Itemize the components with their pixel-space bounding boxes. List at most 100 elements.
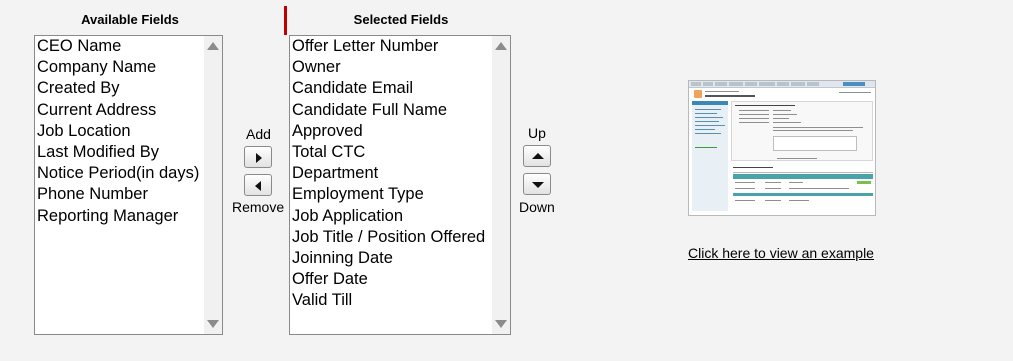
selected-field-option[interactable]: Offer Date [292, 269, 510, 290]
thumbnail-tab [791, 82, 805, 86]
available-fields-scrollbar[interactable] [204, 36, 222, 334]
thumbnail-text-line [789, 200, 809, 201]
thumbnail-tab [745, 82, 757, 86]
thumbnail-text-line [739, 122, 769, 123]
thumbnail-status-bar [857, 181, 871, 184]
thumbnail-comment-box [773, 136, 857, 151]
selected-field-option[interactable]: Candidate Full Name [292, 100, 510, 121]
move-up-button[interactable] [523, 145, 551, 167]
thumbnail-text-line [765, 200, 781, 201]
thumbnail-text-line [695, 147, 717, 148]
thumbnail-text-line [739, 118, 769, 119]
remove-label: Remove [232, 199, 285, 215]
thumbnail-tab [715, 82, 727, 86]
required-indicator [284, 6, 287, 35]
thumbnail-text-line [839, 92, 871, 93]
thumbnail-sidebar-header [692, 101, 728, 105]
thumbnail-tab [777, 82, 789, 86]
available-field-option[interactable]: Job Location [37, 121, 222, 142]
selected-field-option[interactable]: Job Application [292, 206, 510, 227]
available-fields-items: CEO Name Company Name Created By Current Ad… [35, 36, 222, 227]
available-field-option[interactable]: Notice Period(in days) [37, 163, 222, 184]
available-field-option[interactable]: Company Name [37, 57, 222, 78]
example-thumbnail-image[interactable] [688, 80, 876, 216]
thumbnail-text-line [773, 118, 789, 119]
selected-fields-header: Selected Fields [353, 12, 449, 27]
add-button[interactable] [244, 146, 272, 168]
available-field-option[interactable]: Current Address [37, 100, 222, 121]
selected-fields-list[interactable]: Offer Letter Number Owner Candidate Email C… [289, 35, 511, 335]
thumbnail-text-line [733, 167, 773, 168]
thumbnail-text-line [765, 182, 781, 183]
thumbnail-record-icon [694, 90, 702, 98]
available-fields-list[interactable]: CEO Name Company Name Created By Current Ad… [34, 35, 223, 335]
thumbnail-text-line [695, 117, 723, 118]
thumbnail-text-line [773, 114, 797, 115]
thumbnail-text-line [695, 109, 721, 110]
thumbnail-text-line [735, 200, 755, 201]
down-label: Down [519, 199, 555, 215]
selected-field-option[interactable]: Offer Letter Number [292, 36, 510, 57]
selected-field-option[interactable]: Total CTC [292, 142, 510, 163]
thumbnail-tab-bar [689, 81, 875, 88]
down-arrow-icon [532, 182, 544, 188]
move-down-button[interactable] [523, 173, 551, 195]
thumbnail-text-line [733, 172, 873, 173]
available-field-option[interactable]: Reporting Manager [37, 206, 222, 227]
scroll-up-arrow-icon[interactable] [207, 42, 219, 50]
left-arrow-icon [255, 181, 261, 191]
up-label: Up [528, 125, 546, 141]
right-arrow-icon [256, 153, 262, 163]
selected-field-option[interactable]: Employment Type [292, 184, 510, 205]
thumbnail-text-line [773, 110, 791, 111]
thumbnail-text-line [773, 122, 801, 123]
selected-field-option[interactable]: Candidate Email [292, 78, 510, 99]
thumbnail-text-line [739, 114, 769, 115]
available-field-option[interactable]: Phone Number [37, 184, 222, 205]
selected-field-option[interactable]: Joinning Date [292, 248, 510, 269]
thumbnail-text-line [695, 113, 717, 114]
thumbnail-table-header-bar [733, 174, 873, 179]
thumbnail-text-line [735, 182, 755, 183]
scroll-down-arrow-icon[interactable] [495, 320, 507, 328]
selected-fields-scrollbar[interactable] [492, 36, 510, 334]
thumbnail-text-line [765, 188, 781, 189]
thumbnail-text-line [695, 121, 719, 122]
thumbnail-text-line [789, 182, 803, 183]
up-arrow-icon [532, 153, 544, 159]
thumbnail-text-line [695, 129, 715, 130]
thumbnail-text-line [695, 125, 725, 126]
selected-field-option[interactable]: Valid Till [292, 290, 510, 311]
available-field-option[interactable]: CEO Name [37, 36, 222, 57]
thumbnail-tab [691, 82, 701, 86]
thumbnail-text-line [695, 133, 721, 134]
thumbnail-text-line [773, 127, 863, 128]
thumbnail-tab [703, 82, 713, 86]
available-field-option[interactable]: Created By [37, 78, 222, 99]
scroll-down-arrow-icon[interactable] [207, 320, 219, 328]
selected-field-option[interactable]: Owner [292, 57, 510, 78]
add-label: Add [246, 126, 271, 142]
thumbnail-text-line [789, 188, 849, 189]
thumbnail-text-line [705, 95, 755, 97]
thumbnail-text-line [773, 130, 853, 131]
thumbnail-text-line [777, 158, 817, 159]
thumbnail-tab [807, 82, 819, 86]
selected-field-option[interactable]: Department [292, 163, 510, 184]
available-fields-header: Available Fields [81, 12, 179, 27]
view-example-link[interactable]: Click here to view an example [688, 245, 874, 261]
thumbnail-text-line [705, 91, 739, 92]
thumbnail-table-header-bar [733, 193, 873, 196]
thumbnail-tab [729, 82, 743, 86]
remove-button[interactable] [244, 174, 272, 196]
available-field-option[interactable]: Last Modified By [37, 142, 222, 163]
thumbnail-text-line [735, 188, 755, 189]
selected-field-option[interactable]: Approved [292, 121, 510, 142]
thumbnail-tab [759, 82, 775, 86]
selected-field-option[interactable]: Job Title / Position Offered [292, 227, 510, 248]
thumbnail-tab-active [843, 82, 865, 86]
scroll-up-arrow-icon[interactable] [495, 42, 507, 50]
thumbnail-text-line [739, 110, 769, 111]
thumbnail-text-line [735, 105, 795, 106]
selected-fields-items: Offer Letter Number Owner Candidate Email C… [290, 36, 510, 312]
